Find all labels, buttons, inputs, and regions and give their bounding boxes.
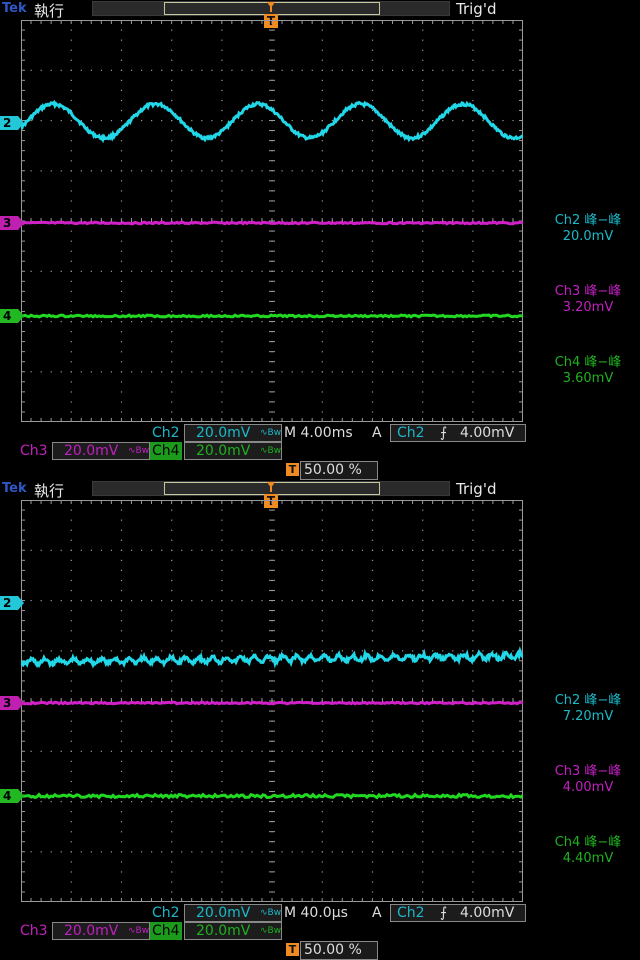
status-row-3: T 50.00 % bbox=[0, 941, 640, 960]
run-state: 執行 bbox=[34, 482, 65, 500]
trigger-position-icon bbox=[267, 482, 275, 492]
measurement-ch4: Ch4 峰−峰 3.60mV bbox=[536, 355, 640, 387]
measurement-ch4: Ch4 峰−峰 4.40mV bbox=[536, 835, 640, 867]
ch3-trace bbox=[21, 700, 523, 706]
ch4-scale: 20.0mV bbox=[196, 443, 251, 459]
scope-screen-2: Tek 執行 Trig'd T 2 3 4 Ch2 峰−峰 7.20mV Ch3… bbox=[0, 480, 640, 960]
trigger-level: 4.00mV bbox=[460, 905, 515, 921]
bandwidth-icon: ∿Bw bbox=[260, 908, 282, 918]
status-row-3: T 50.00 % bbox=[0, 461, 640, 480]
brand-logo: Tek bbox=[2, 1, 27, 16]
measurement-ch3: Ch3 峰−峰 3.20mV bbox=[536, 284, 640, 316]
ch3-scale: 20.0mV bbox=[64, 923, 119, 939]
header-bar: Tek 執行 Trig'd bbox=[0, 0, 640, 20]
trigger-position-icon: T bbox=[286, 943, 299, 956]
measurement-label: Ch4 峰−峰 bbox=[554, 355, 622, 370]
measurement-ch2: Ch2 峰−峰 20.0mV bbox=[536, 213, 640, 245]
status-row-1: Ch2 20.0mV ∿Bw M 40.0µs A Ch2 ⨍ 4.00mV bbox=[0, 904, 640, 922]
measurement-ch3: Ch3 峰−峰 4.00mV bbox=[536, 764, 640, 796]
trigger-level: 4.00mV bbox=[460, 425, 515, 441]
ch4-label: Ch4 bbox=[150, 922, 182, 940]
run-state: 執行 bbox=[34, 2, 65, 20]
measurement-ch2: Ch2 峰−峰 7.20mV bbox=[536, 693, 640, 725]
trigger-mode: A bbox=[372, 905, 382, 921]
trigger-position: 50.00 % bbox=[304, 942, 362, 958]
measurement-label: Ch2 峰−峰 bbox=[554, 693, 622, 708]
waveform-graticule bbox=[21, 500, 523, 902]
timebase[interactable]: M 4.00ms bbox=[284, 424, 353, 442]
ch2-scale: 20.0mV bbox=[196, 425, 251, 441]
ch2-trace bbox=[21, 646, 523, 669]
trigger-source: Ch2 bbox=[397, 905, 425, 921]
measurement-value: 4.40mV bbox=[562, 851, 614, 866]
trigger-state: Trig'd bbox=[456, 480, 497, 498]
measurement-label: Ch3 峰−峰 bbox=[554, 284, 622, 299]
measurement-value: 3.20mV bbox=[562, 300, 614, 315]
measurement-value: 3.60mV bbox=[562, 371, 614, 386]
ch3-marker[interactable]: 3 bbox=[0, 696, 24, 710]
ch2-label: Ch2 bbox=[152, 425, 180, 441]
measurement-label: Ch2 峰−峰 bbox=[554, 213, 622, 228]
scope-screen-1: Tek 執行 Trig'd T 2 3 4 Ch2 峰−峰 20.0mV Ch3… bbox=[0, 0, 640, 480]
measurement-value: 20.0mV bbox=[562, 229, 614, 244]
trigger-position-icon: T bbox=[286, 463, 299, 476]
bandwidth-icon: ∿Bw bbox=[128, 926, 150, 936]
measurement-label: Ch3 峰−峰 bbox=[554, 764, 622, 779]
trigger-position: 50.00 % bbox=[304, 462, 362, 478]
ch4-marker[interactable]: 4 bbox=[0, 309, 24, 323]
timebase[interactable]: M 40.0µs bbox=[284, 904, 348, 922]
trigger-state: Trig'd bbox=[456, 0, 497, 18]
ch3-trace bbox=[21, 220, 523, 226]
waveform-graticule bbox=[21, 20, 523, 422]
status-row-2: Ch3 20.0mV ∿Bw Ch4 20.0mV ∿Bw bbox=[0, 442, 640, 460]
ch4-trace bbox=[21, 792, 523, 800]
brand-logo: Tek bbox=[2, 481, 27, 496]
ch3-marker[interactable]: 3 bbox=[0, 216, 24, 230]
measurement-value: 4.00mV bbox=[562, 780, 614, 795]
bandwidth-icon: ∿Bw bbox=[260, 446, 282, 456]
status-row-1: Ch2 20.0mV ∿Bw M 4.00ms A Ch2 ⨍ 4.00mV bbox=[0, 424, 640, 442]
ch4-trace bbox=[21, 313, 523, 319]
ch3-label: Ch3 bbox=[20, 923, 48, 939]
ch4-scale: 20.0mV bbox=[196, 923, 251, 939]
trigger-slope-icon: ⨍ bbox=[440, 425, 448, 441]
ch2-marker[interactable]: 2 bbox=[0, 596, 24, 610]
ch4-marker[interactable]: 4 bbox=[0, 789, 24, 803]
measurement-label: Ch4 峰−峰 bbox=[554, 835, 622, 850]
measurement-value: 7.20mV bbox=[562, 709, 614, 724]
ch2-scale: 20.0mV bbox=[196, 905, 251, 921]
trigger-source: Ch2 bbox=[397, 425, 425, 441]
status-row-2: Ch3 20.0mV ∿Bw Ch4 20.0mV ∿Bw bbox=[0, 922, 640, 940]
ch4-label: Ch4 bbox=[150, 442, 182, 460]
bandwidth-icon: ∿Bw bbox=[260, 428, 282, 438]
bandwidth-icon: ∿Bw bbox=[128, 446, 150, 456]
ch2-marker[interactable]: 2 bbox=[0, 116, 24, 130]
ch3-label: Ch3 bbox=[20, 443, 48, 459]
ch3-scale: 20.0mV bbox=[64, 443, 119, 459]
trigger-slope-icon: ⨍ bbox=[440, 905, 448, 921]
trigger-position-icon bbox=[267, 2, 275, 12]
ch2-label: Ch2 bbox=[152, 905, 180, 921]
trigger-mode: A bbox=[372, 425, 382, 441]
header-bar: Tek 執行 Trig'd bbox=[0, 480, 640, 500]
bandwidth-icon: ∿Bw bbox=[260, 926, 282, 936]
